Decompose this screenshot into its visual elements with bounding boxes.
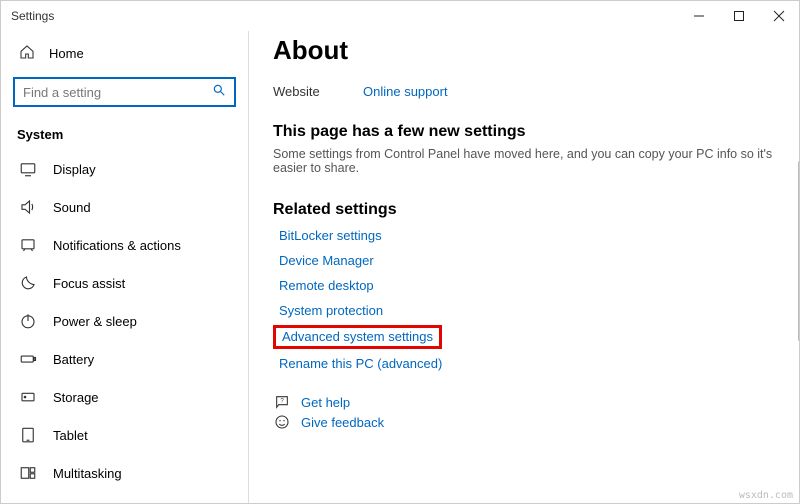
- link-system-protection[interactable]: System protection: [273, 300, 389, 321]
- sidebar: Home System Display: [1, 31, 249, 503]
- sidebar-item-label: Multitasking: [53, 466, 122, 481]
- sidebar-item-label: Storage: [53, 390, 99, 405]
- sidebar-item-label: Battery: [53, 352, 94, 367]
- minimize-button[interactable]: [679, 1, 719, 31]
- sidebar-item-multitasking[interactable]: Multitasking: [1, 454, 248, 492]
- sidebar-group-system: System: [1, 121, 248, 150]
- home-label: Home: [49, 46, 84, 61]
- link-advanced-system-settings[interactable]: Advanced system settings: [276, 326, 439, 347]
- watermark: wsxdn.com: [739, 490, 793, 501]
- close-button[interactable]: [759, 1, 799, 31]
- home-icon: [19, 44, 35, 63]
- sidebar-item-label: Display: [53, 162, 96, 177]
- link-rename-this-pc[interactable]: Rename this PC (advanced): [273, 353, 448, 374]
- link-bitlocker-settings[interactable]: BitLocker settings: [273, 225, 388, 246]
- link-remote-desktop[interactable]: Remote desktop: [273, 275, 380, 296]
- sidebar-item-tablet[interactable]: Tablet: [1, 416, 248, 454]
- scrollbar-thumb[interactable]: [798, 161, 799, 341]
- main-content: About Website Online support This page h…: [249, 31, 799, 503]
- power-icon: [19, 312, 37, 330]
- sidebar-nav: Display Sound Notifications & actions: [1, 150, 248, 503]
- window-title: Settings: [11, 9, 54, 23]
- get-help-link[interactable]: Get help: [301, 395, 350, 410]
- new-settings-heading: This page has a few new settings: [273, 123, 799, 141]
- highlight-advanced-system-settings: Advanced system settings: [273, 325, 442, 349]
- online-support-link[interactable]: Online support: [363, 84, 448, 99]
- give-feedback-row[interactable]: Give feedback: [273, 414, 799, 430]
- get-help-icon: ?: [273, 394, 291, 410]
- related-settings-heading: Related settings: [273, 201, 799, 219]
- sidebar-item-display[interactable]: Display: [1, 150, 248, 188]
- help-section: ? Get help Give feedback: [273, 394, 799, 430]
- battery-icon: [19, 350, 37, 368]
- sidebar-item-label: Focus assist: [53, 276, 125, 291]
- sidebar-item-storage[interactable]: Storage: [1, 378, 248, 416]
- sidebar-item-label: Tablet: [53, 428, 88, 443]
- sidebar-item-sound[interactable]: Sound: [1, 188, 248, 226]
- window-body: Home System Display: [1, 31, 799, 503]
- home-button[interactable]: Home: [1, 35, 248, 71]
- give-feedback-link[interactable]: Give feedback: [301, 415, 384, 430]
- feedback-icon: [273, 414, 291, 430]
- sidebar-item-power-sleep[interactable]: Power & sleep: [1, 302, 248, 340]
- website-row: Website Online support: [273, 84, 799, 99]
- page-title: About: [273, 35, 799, 66]
- search-container: [13, 77, 236, 107]
- settings-window: Settings Home: [0, 0, 800, 504]
- svg-text:?: ?: [280, 399, 284, 405]
- search-icon: [212, 83, 226, 102]
- sidebar-item-label: Power & sleep: [53, 314, 137, 329]
- focus-assist-icon: [19, 274, 37, 292]
- sidebar-item-label: Notifications & actions: [53, 238, 181, 253]
- search-box[interactable]: [13, 77, 236, 107]
- storage-icon: [19, 388, 37, 406]
- new-settings-description: Some settings from Control Panel have mo…: [273, 147, 799, 175]
- notifications-icon: [19, 236, 37, 254]
- sidebar-item-notifications[interactable]: Notifications & actions: [1, 226, 248, 264]
- related-links: BitLocker settings Device Manager Remote…: [273, 225, 799, 374]
- sidebar-item-battery[interactable]: Battery: [1, 340, 248, 378]
- display-icon: [19, 160, 37, 178]
- search-input[interactable]: [23, 85, 212, 100]
- sidebar-item-label: Sound: [53, 200, 91, 215]
- sound-icon: [19, 198, 37, 216]
- link-device-manager[interactable]: Device Manager: [273, 250, 380, 271]
- tablet-icon: [19, 426, 37, 444]
- multitasking-icon: [19, 464, 37, 482]
- sidebar-item-focus-assist[interactable]: Focus assist: [1, 264, 248, 302]
- get-help-row[interactable]: ? Get help: [273, 394, 799, 410]
- maximize-button[interactable]: [719, 1, 759, 31]
- website-label: Website: [273, 84, 363, 99]
- title-bar: Settings: [1, 1, 799, 31]
